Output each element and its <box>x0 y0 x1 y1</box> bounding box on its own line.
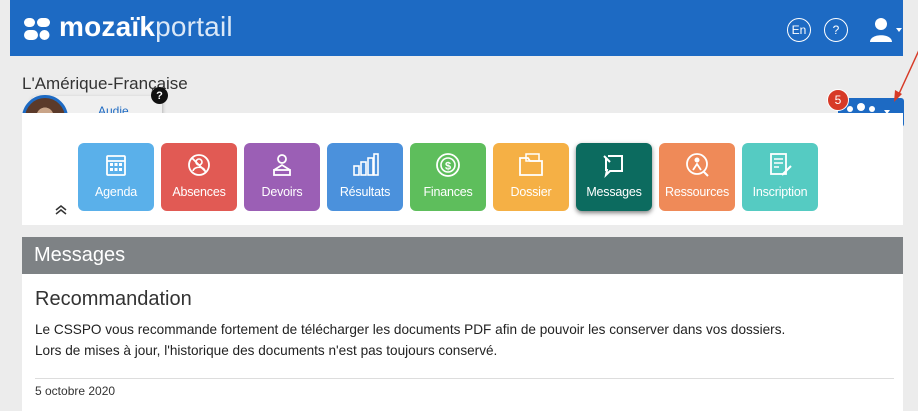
divider <box>35 378 894 379</box>
module-ressources[interactable]: Ressources <box>659 143 735 211</box>
annotation-arrow-icon <box>894 50 918 102</box>
message-body-line: Lors de mises à jour, l'historique des d… <box>35 343 498 358</box>
message-date: 5 octobre 2020 <box>35 384 116 398</box>
user-menu-button[interactable] <box>868 16 904 44</box>
mozaik-logo-icon <box>24 18 50 40</box>
modules-panel: Agenda Absences Devoirs Résultats $ Fina… <box>22 113 903 225</box>
absence-icon <box>188 154 210 176</box>
app-frame: mozaïkportail En ? L'Amérique-Française … <box>10 0 918 411</box>
caret-down-icon <box>896 28 902 32</box>
money-icon: $ <box>436 153 460 177</box>
module-label: Dossier <box>510 185 552 199</box>
inscription-icon <box>770 153 792 176</box>
calendar-icon <box>106 155 126 176</box>
message-title: Recommandation <box>35 288 192 310</box>
messages-section-header: Messages <box>22 237 903 274</box>
results-chart-icon <box>353 153 379 176</box>
message-body-line: Le CSSPO vous recommande fortement de té… <box>35 322 786 337</box>
module-label: Finances <box>423 185 473 199</box>
folder-icon <box>519 153 543 176</box>
collapse-modules-icon[interactable] <box>54 204 68 216</box>
module-label: Inscription <box>752 185 808 199</box>
question-badge[interactable]: ? <box>151 87 168 104</box>
module-devoirs[interactable]: Devoirs <box>244 143 320 211</box>
help-button[interactable]: ? <box>824 18 848 42</box>
messages-section-title: Messages <box>34 244 126 266</box>
language-button[interactable]: En <box>787 18 811 42</box>
homework-icon <box>273 154 291 176</box>
user-icon <box>870 18 892 42</box>
message-body: Le CSSPO vous recommande fortement de té… <box>35 319 895 361</box>
module-finances[interactable]: $ Finances <box>410 143 486 211</box>
app-logo[interactable]: mozaïkportail <box>59 11 233 43</box>
module-absences[interactable]: Absences <box>161 143 237 211</box>
module-label: Agenda <box>95 185 137 199</box>
module-dossier[interactable]: Dossier <box>493 143 569 211</box>
module-messages[interactable]: Messages <box>576 143 652 211</box>
notification-count-badge: 5 <box>827 89 849 111</box>
module-label: Résultats <box>339 185 391 199</box>
module-resultats[interactable]: Résultats <box>327 143 403 211</box>
message-item: Recommandation Le CSSPO vous recommande … <box>22 274 903 411</box>
module-label: Devoirs <box>261 185 303 199</box>
module-agenda[interactable]: Agenda <box>78 143 154 211</box>
svg-text:$: $ <box>445 161 451 173</box>
module-label: Absences <box>172 185 226 199</box>
message-icon <box>603 155 623 179</box>
resources-icon <box>686 153 709 177</box>
module-label: Messages <box>586 185 642 199</box>
module-label: Ressources <box>665 185 729 199</box>
top-bar: mozaïkportail En ? <box>10 0 903 56</box>
module-inscription[interactable]: Inscription <box>742 143 818 211</box>
